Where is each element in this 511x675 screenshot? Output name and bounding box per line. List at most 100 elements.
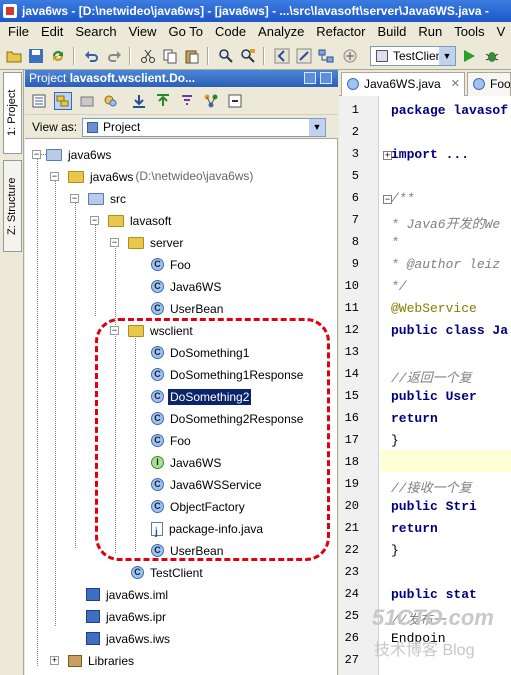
- menu-build[interactable]: Build: [373, 22, 410, 42]
- window-title: java6ws - [D:\netwideo\java6ws] - [java6…: [22, 4, 489, 18]
- code-line: return: [391, 411, 438, 426]
- menu-code[interactable]: Code: [211, 22, 250, 42]
- close-icon[interactable]: ✕: [451, 73, 460, 95]
- tree-node-class[interactable]: C Java6WS: [135, 276, 223, 296]
- tree-node-label: java6ws: [68, 147, 112, 162]
- collapse-toggle[interactable]: −: [32, 150, 41, 159]
- package-icon: [128, 236, 144, 249]
- menu-view[interactable]: View: [125, 22, 161, 42]
- run-config-icon: [376, 50, 388, 62]
- menu-bar: File Edit Search View Go To Code Analyze Refact…: [0, 22, 511, 42]
- tree-guide: [55, 176, 56, 626]
- line-number: 27: [344, 653, 359, 667]
- redo-icon[interactable]: [106, 48, 122, 64]
- view-as-select[interactable]: Project ▼: [82, 118, 326, 137]
- tab-structure-label: Z: Structure: [6, 177, 18, 235]
- tab-structure[interactable]: Z: Structure: [3, 160, 22, 252]
- copy-icon[interactable]: [162, 48, 178, 64]
- collapse-toggle[interactable]: −: [70, 194, 79, 203]
- tree-node-iws[interactable]: java6ws.iws: [70, 628, 172, 648]
- chevron-down-icon[interactable]: ▼: [439, 47, 455, 65]
- tree-node-class[interactable]: C UserBean: [135, 298, 225, 318]
- structure-icon[interactable]: [318, 48, 334, 64]
- collapse-toggle[interactable]: −: [90, 216, 99, 225]
- tree-guide: [75, 198, 76, 548]
- autoscroll-to-source-icon[interactable]: [131, 93, 147, 109]
- replace-icon[interactable]: [240, 48, 256, 64]
- collapse-all-icon[interactable]: [227, 93, 243, 109]
- find-icon[interactable]: [218, 48, 234, 64]
- code-area[interactable]: package lavasof import ... /** * Java6开发…: [380, 96, 511, 675]
- tree-node-root[interactable]: − java6ws: [32, 144, 113, 164]
- menu-refactor[interactable]: Refactor: [312, 22, 369, 42]
- tree-node-iml[interactable]: java6ws.iml: [70, 584, 170, 604]
- menu-search[interactable]: Search: [71, 22, 120, 42]
- flatten-packages-icon[interactable]: [54, 92, 72, 110]
- line-number: 13: [344, 345, 359, 359]
- tool-window-strip: 1: Project Z: Structure: [0, 70, 24, 675]
- module-file-icon: [86, 588, 100, 602]
- tab-project[interactable]: 1: Project: [3, 72, 22, 154]
- tree-node-libraries[interactable]: + Libraries: [50, 650, 136, 670]
- paste-icon[interactable]: [184, 48, 200, 64]
- menu-goto[interactable]: Go To: [165, 22, 207, 42]
- debug-icon[interactable]: [484, 48, 500, 64]
- tree-node-ipr[interactable]: java6ws.ipr: [70, 606, 168, 626]
- save-icon[interactable]: [28, 48, 44, 64]
- tree-node-package-server[interactable]: − server: [110, 232, 185, 252]
- code-line: //返回一个复: [391, 371, 472, 386]
- sort-by-type-icon[interactable]: [179, 93, 195, 109]
- tree-node-label: java6ws.iws: [106, 631, 171, 646]
- menu-run[interactable]: Run: [414, 22, 446, 42]
- line-number: 22: [344, 543, 359, 557]
- expand-all-icon[interactable]: [203, 93, 219, 109]
- tree-node-class[interactable]: C Foo: [135, 254, 193, 274]
- menu-tools[interactable]: Tools: [450, 22, 488, 42]
- window-titlebar: java6ws - [D:\netwideo\java6ws] - [java6…: [0, 0, 511, 22]
- line-number: 24: [344, 587, 359, 601]
- line-number: 9: [351, 257, 359, 271]
- pin-icon[interactable]: [304, 72, 316, 84]
- run-icon[interactable]: [461, 48, 477, 64]
- open-folder-icon[interactable]: [6, 48, 22, 64]
- run-config-select[interactable]: TestClient ▼: [370, 46, 456, 66]
- tree-node-class-main[interactable]: C TestClient: [115, 562, 205, 582]
- tab-foo[interactable]: Foo: [467, 72, 511, 96]
- chevron-down-icon[interactable]: ▼: [309, 119, 325, 136]
- code-line: public User: [391, 389, 477, 404]
- runnable-class-icon: C: [131, 566, 144, 580]
- compact-folders-icon[interactable]: [79, 93, 95, 109]
- undo-icon[interactable]: [84, 48, 100, 64]
- tree-node-module[interactable]: − java6ws (D:\netwideo\java6ws): [50, 166, 253, 186]
- collapse-toggle[interactable]: −: [110, 238, 119, 247]
- class-icon: C: [151, 258, 164, 272]
- menu-file[interactable]: File: [4, 22, 33, 42]
- menu-edit[interactable]: Edit: [37, 22, 67, 42]
- show-members-icon[interactable]: [103, 93, 119, 109]
- back-icon[interactable]: [274, 48, 290, 64]
- code-line: public Stri: [391, 499, 477, 514]
- scroll-from-source-icon[interactable]: [31, 93, 47, 109]
- hide-panel-icon[interactable]: [320, 72, 332, 84]
- debug-config-icon[interactable]: [342, 48, 358, 64]
- autoscroll-from-source-icon[interactable]: [155, 93, 171, 109]
- cut-icon[interactable]: [140, 48, 156, 64]
- tab-project-label: 1: Project: [6, 89, 18, 137]
- expand-toggle[interactable]: +: [50, 656, 59, 665]
- tree-node-src[interactable]: − src: [70, 188, 128, 208]
- tree-node-label: server: [150, 235, 184, 250]
- menu-analyze[interactable]: Analyze: [254, 22, 308, 42]
- line-number: 20: [344, 499, 359, 513]
- sync-icon[interactable]: [50, 48, 66, 64]
- menu-view-extra[interactable]: V: [493, 22, 510, 42]
- class-icon: [347, 78, 359, 90]
- tab-java6ws-java[interactable]: Java6WS.java ✕: [341, 72, 465, 96]
- tree-node-package-lavasoft[interactable]: − lavasoft: [90, 210, 173, 230]
- collapse-toggle[interactable]: −: [50, 172, 59, 181]
- code-line: public stat: [391, 587, 477, 602]
- line-number: 23: [344, 565, 359, 579]
- line-number: 11: [344, 301, 359, 315]
- tree-node-label: java6ws.iml: [106, 587, 169, 602]
- settings-icon[interactable]: [296, 48, 312, 64]
- tree-node-label: UserBean: [170, 301, 224, 316]
